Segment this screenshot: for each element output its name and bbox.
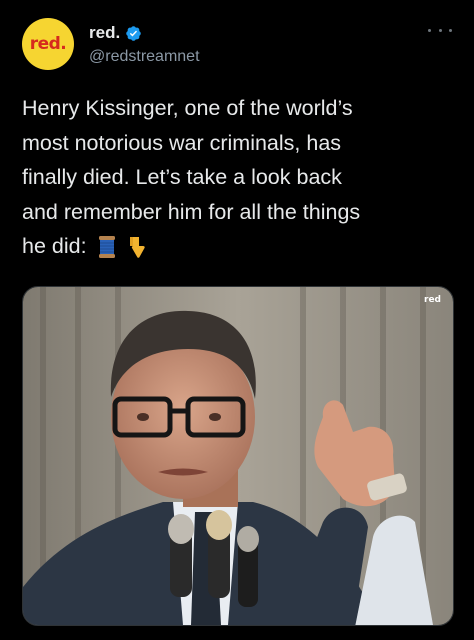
- tweet-media-image[interactable]: red: [22, 286, 454, 626]
- tweet-text-line: Henry Kissinger, one of the world’s: [22, 96, 353, 120]
- tweet-header: red. red. @redstreamnet: [22, 16, 452, 70]
- tweet-text-line: and remember him for all the things: [22, 199, 361, 224]
- avatar-logo-text: red.: [29, 34, 67, 54]
- tweet[interactable]: red. red. @redstreamnet Henry Kissinger,…: [0, 0, 474, 640]
- verified-badge-icon: [126, 25, 141, 41]
- tweet-text-line: finally died. Let’s take a look back: [22, 165, 342, 189]
- spool-of-thread-icon: [98, 236, 115, 259]
- avatar[interactable]: red.: [22, 18, 74, 70]
- display-name[interactable]: red.: [89, 23, 120, 43]
- media-watermark: red: [424, 295, 441, 305]
- author-handle[interactable]: @redstreamnet: [89, 48, 200, 66]
- tweet-text: Henry Kissinger, one of the world’s most…: [22, 91, 452, 264]
- more-options-icon[interactable]: [428, 22, 452, 38]
- tweet-text-line: most notorious war criminals, has: [22, 130, 342, 155]
- author-names: red. @redstreamnet: [89, 22, 200, 66]
- backhand-index-pointing-down-icon: [129, 237, 145, 259]
- display-name-row: red.: [89, 22, 200, 44]
- portrait-photo: [23, 287, 453, 625]
- tweet-text-line: he did:: [22, 234, 87, 258]
- tweet-text-last-line: he did:: [22, 229, 452, 264]
